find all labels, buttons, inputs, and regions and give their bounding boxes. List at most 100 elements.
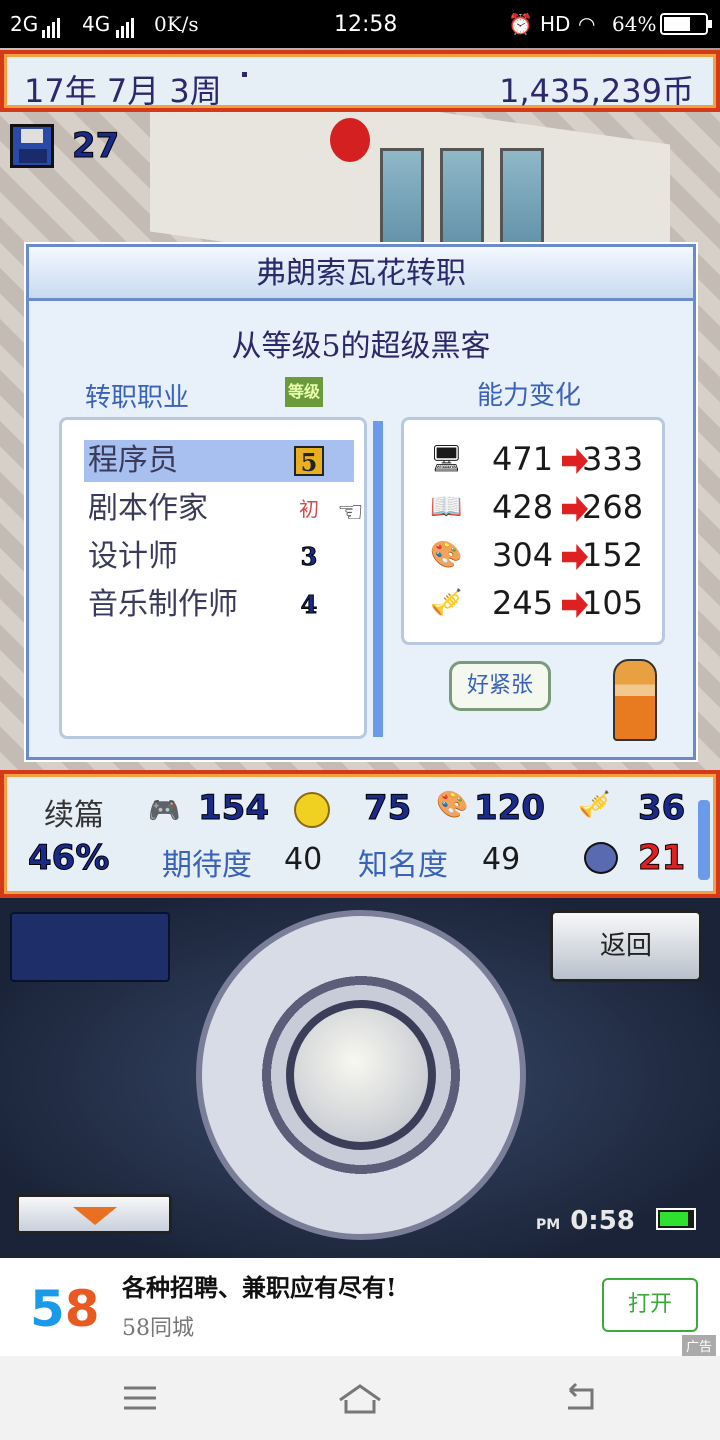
ad-title: 各种招聘、兼职应有尽有!: [122, 1273, 397, 1302]
job-name: 程序员: [88, 443, 178, 478]
ability-row: 🎺 245 105: [424, 584, 654, 628]
logo-digit-5: 5: [30, 1280, 65, 1338]
job-column-label: 转职职业: [85, 383, 190, 413]
ability-old: 304: [492, 536, 554, 574]
back-button[interactable]: 返回: [550, 910, 702, 982]
bugs-value: 21: [637, 838, 686, 879]
ability-old: 428: [492, 488, 554, 526]
signal-icon: [42, 14, 62, 38]
paint-icon: 🎨: [436, 790, 469, 820]
ability-new: 105: [582, 584, 644, 622]
paint-icon: 🎨: [430, 540, 463, 570]
job-name: 音乐制作师: [88, 587, 238, 622]
lantern-icon: [330, 118, 370, 162]
signal-icon-2: [116, 14, 136, 38]
ability-new: 152: [582, 536, 644, 574]
window: [380, 148, 424, 258]
speech-bubble: 好紧张: [449, 661, 551, 711]
stats-scrollbar[interactable]: [698, 800, 710, 880]
job-name: 设计师: [88, 539, 178, 574]
save-count: 27: [71, 126, 120, 167]
58-logo: 58: [30, 1280, 100, 1338]
pointer-hand-icon: ☜: [337, 495, 364, 530]
computer-icon: 🖥: [430, 444, 464, 474]
job-list-scrollbar[interactable]: [373, 421, 383, 737]
ability-old: 471: [492, 440, 554, 478]
creativity-value: 75: [363, 788, 412, 829]
trumpet-icon: 🎺: [578, 790, 611, 820]
logo-digit-8: 8: [64, 1280, 100, 1338]
menu-down-button[interactable]: [16, 1194, 172, 1234]
ability-row: 🖥 471 333: [424, 440, 654, 484]
job-item-scriptwriter[interactable]: 剧本作家 初: [84, 488, 354, 530]
virtual-controller: 返回 PM 0:58: [0, 898, 720, 1258]
window: [440, 148, 484, 258]
back-icon[interactable]: [560, 1378, 600, 1418]
sequel-label: 续篇: [44, 798, 104, 833]
dialog-title: 弗朗索瓦花转职: [29, 247, 693, 301]
ability-row: 🎨 304 152: [424, 536, 654, 580]
status-bar: 2G 4G 0K/s 12:58 ⏰ HD ◠ 64%: [0, 0, 720, 48]
book-icon: 📖: [430, 492, 463, 522]
game-date: 17年 7月 3周: [24, 72, 222, 110]
game-battery-icon: [656, 1208, 696, 1230]
bulb-icon: [294, 792, 330, 828]
ability-new: 333: [582, 440, 644, 478]
ampm: PM: [536, 1217, 561, 1233]
ad-banner[interactable]: 58 各种招聘、兼职应有尽有! 58同城 打开 广告: [0, 1258, 720, 1356]
open-button[interactable]: 打开: [602, 1278, 698, 1332]
job-level: 5: [294, 446, 324, 477]
fun-value: 154: [198, 788, 270, 829]
job-item-programmer[interactable]: 程序员 5: [84, 440, 354, 482]
gamepad-icon: 🎮: [148, 796, 181, 826]
ability-row: 📖 428 268: [424, 488, 654, 532]
game-clock: PM 0:58: [536, 1206, 635, 1236]
job-level: 初: [299, 497, 319, 521]
job-change-dialog: 弗朗索瓦花转职 从等级5的超级黑客 转职职业 等级 能力变化 程序员 5 剧本作…: [26, 244, 696, 760]
wifi-icon: ◠: [578, 12, 596, 36]
sound-value: 36: [637, 788, 686, 829]
sequel-percent: 46%: [27, 838, 110, 879]
menu-icon[interactable]: [120, 1378, 160, 1418]
job-level: 3: [300, 542, 318, 572]
graphics-value: 120: [474, 788, 546, 829]
date-money-bar: 17年 7月 3周 1,435,239币: [0, 50, 720, 112]
dpad[interactable]: [196, 910, 526, 1240]
trumpet-icon: 🎺: [430, 588, 463, 618]
lcd-panel: [10, 912, 170, 982]
battery-percent: 64%: [612, 12, 657, 36]
ad-tag: 广告: [681, 1335, 716, 1356]
center-button[interactable]: [286, 1000, 436, 1150]
game-stats-bar: 续篇 🎮 154 75 🎨 120 🎺 36 46% 期待度 40 知名度 49…: [0, 770, 720, 898]
job-level: 4: [300, 590, 318, 620]
alarm-icon: ⏰: [508, 12, 533, 36]
dialog-subtitle: 从等级5的超级黑客: [231, 329, 491, 364]
expect-value: 40: [284, 842, 323, 877]
net-speed: 0K/s: [154, 12, 199, 36]
navigation-bar: [0, 1356, 720, 1440]
job-item-music[interactable]: 音乐制作师 4: [84, 584, 354, 626]
job-list: 程序员 5 剧本作家 初 设计师 3 音乐制作师 4: [59, 417, 367, 739]
fame-label: 知名度: [358, 848, 448, 883]
ability-old: 245: [492, 584, 554, 622]
clock-time: 0:58: [570, 1206, 635, 1236]
fame-value: 49: [482, 842, 521, 877]
character-sprite: [613, 659, 657, 741]
network-2g: 2G: [10, 12, 39, 36]
game-screen[interactable]: 17年 7月 3周 1,435,239币 27 弗朗索瓦花转职 从等级5的超级黑…: [0, 48, 720, 1258]
battery-icon: [660, 13, 712, 35]
hd-label: HD: [540, 12, 571, 36]
job-name: 剧本作家: [88, 491, 208, 526]
save-icon[interactable]: [10, 124, 54, 168]
ability-column-label: 能力变化: [477, 381, 582, 411]
job-item-designer[interactable]: 设计师 3: [84, 536, 354, 578]
ad-source: 58同城: [122, 1316, 194, 1341]
level-column-label: 等级: [285, 377, 323, 407]
home-icon[interactable]: [336, 1378, 384, 1418]
network-4g: 4G: [82, 12, 111, 36]
ability-change-panel: 🖥 471 333 📖 428 268 🎨 304 152 🎺 245 105: [401, 417, 665, 645]
window: [500, 148, 544, 258]
clock: 12:58: [334, 12, 398, 37]
ability-new: 268: [582, 488, 644, 526]
money: 1,435,239币: [499, 72, 694, 110]
